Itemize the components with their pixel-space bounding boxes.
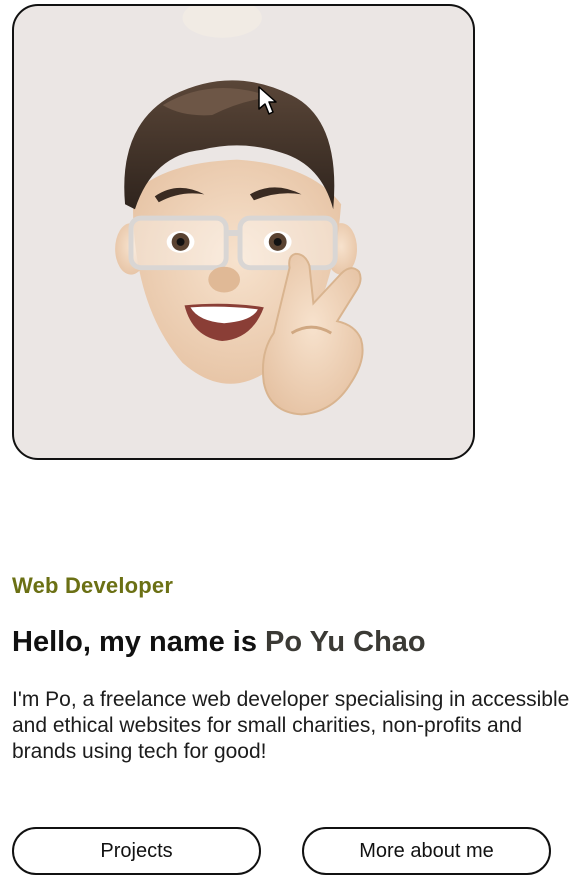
projects-button[interactable]: Projects: [12, 827, 261, 875]
more-about-me-button[interactable]: More about me: [302, 827, 551, 875]
role-label: Web Developer: [12, 573, 174, 598]
author-name: Po Yu Chao: [265, 626, 426, 658]
greeting-prefix: Hello, my name is: [12, 626, 266, 658]
page: Web Developer Hello, my name is Po Yu Ch…: [0, 0, 575, 881]
avatar-frame: [12, 4, 475, 460]
intro-text: I'm Po, a freelance web developer specia…: [12, 688, 570, 763]
avatar-image: [115, 6, 364, 416]
page-title: Hello, my name is Po Yu Chao: [12, 626, 426, 659]
mouse-cursor-icon: [258, 86, 277, 115]
